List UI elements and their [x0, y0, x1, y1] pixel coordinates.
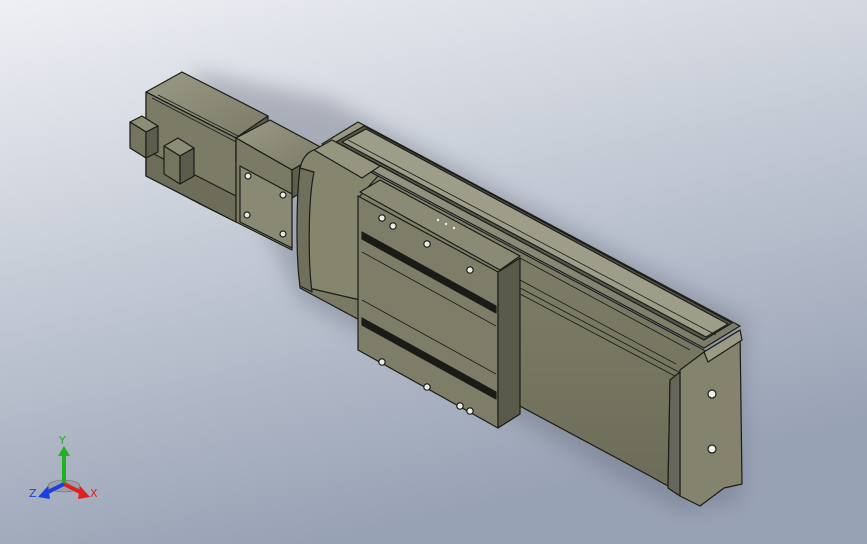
end-cap-hole	[707, 444, 717, 454]
top-marker	[436, 218, 440, 222]
y-axis-label: Y	[58, 434, 66, 447]
carriage-bolt	[423, 240, 431, 248]
mount-bolt	[244, 172, 252, 180]
end-cap-hole	[707, 389, 717, 399]
carriage-bolt	[456, 402, 464, 410]
motor-connector-2	[163, 137, 195, 185]
carriage-bolt	[378, 358, 386, 366]
top-marker	[452, 226, 456, 230]
cad-scene[interactable]: Y X Z	[0, 0, 867, 544]
carriage-bolt	[423, 383, 431, 391]
mount-bolt	[279, 230, 287, 238]
carriage-bolt	[466, 407, 474, 415]
mount-bolt	[279, 191, 287, 199]
x-axis-label: X	[90, 487, 98, 500]
graphics-viewport[interactable]: Y X Z	[0, 0, 867, 544]
z-axis-label: Z	[29, 487, 37, 500]
top-marker	[444, 222, 448, 226]
carriage-bolt	[389, 222, 397, 230]
mount-bolt	[243, 211, 251, 219]
carriage-bolt	[466, 266, 474, 274]
carriage-bolt	[378, 214, 386, 222]
